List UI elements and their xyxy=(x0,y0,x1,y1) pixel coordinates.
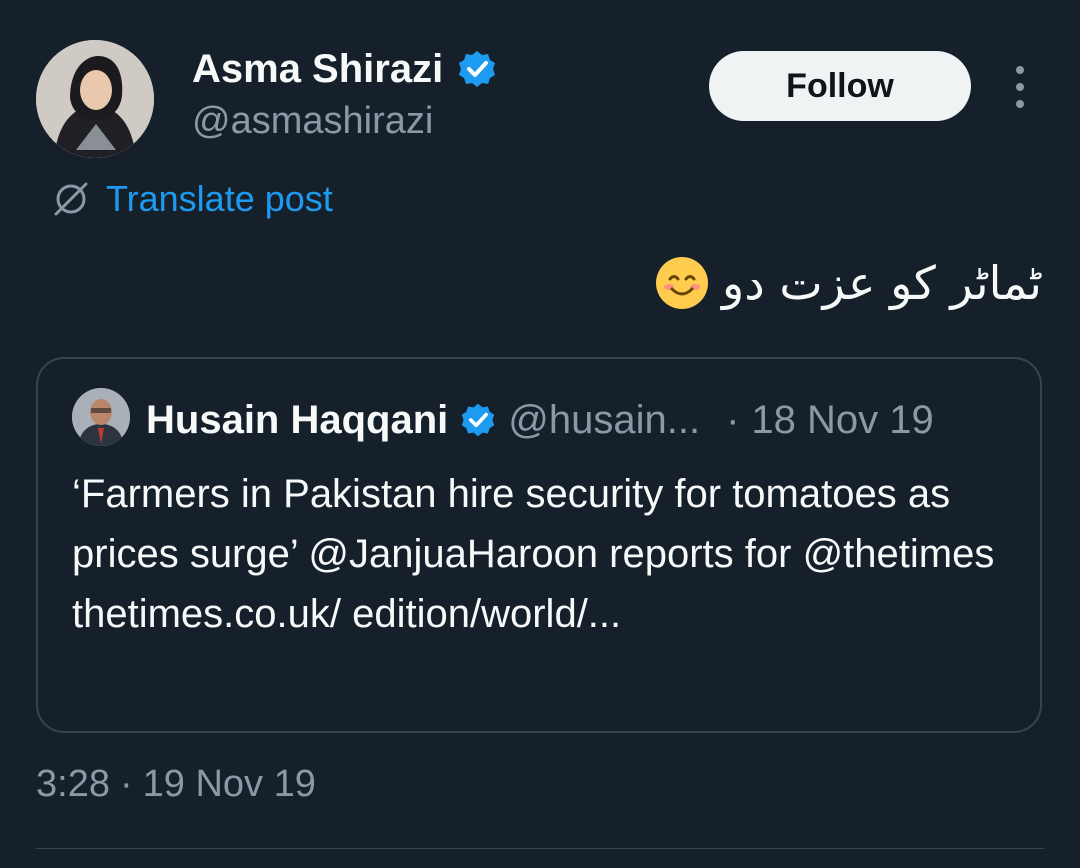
translate-globe-icon xyxy=(54,182,88,216)
post-text: ٹماٹر کو عزت دو xyxy=(722,256,1042,310)
author-handle[interactable]: @asmashirazi xyxy=(192,100,433,143)
author-name-row: Asma Shirazi xyxy=(192,44,497,94)
quoted-post-date[interactable]: 18 Nov 19 xyxy=(751,398,933,443)
avatar-photo xyxy=(36,40,154,158)
more-dot xyxy=(1016,66,1024,74)
follow-button[interactable]: Follow xyxy=(709,51,971,121)
quoted-post-text: ‘Farmers in Pakistan hire security for t… xyxy=(72,472,995,636)
translate-post-label[interactable]: Translate post xyxy=(106,178,333,220)
more-dot xyxy=(1016,100,1024,108)
verified-badge-icon xyxy=(462,403,495,437)
quoted-author-avatar[interactable] xyxy=(72,388,130,446)
quoted-post-header: Husain Haqqani @husain... · 18 Nov 19 xyxy=(146,392,934,448)
post-timestamp[interactable]: 3:28 · 19 Nov 19 xyxy=(36,763,316,806)
smiling-face-emoji xyxy=(656,257,709,309)
post-time: 3:28 xyxy=(36,763,110,805)
author-name[interactable]: Asma Shirazi xyxy=(192,47,443,92)
divider xyxy=(36,848,1044,849)
verified-badge-icon xyxy=(459,51,496,87)
quoted-author-handle[interactable]: @husain... xyxy=(508,398,700,443)
avatar-photo xyxy=(72,388,130,446)
more-dot xyxy=(1016,83,1024,91)
author-avatar[interactable] xyxy=(36,40,154,158)
timestamp-separator: · xyxy=(119,763,133,805)
more-vertical-icon[interactable] xyxy=(1005,66,1035,108)
quoted-separator: · xyxy=(726,397,740,442)
post-date: 19 Nov 19 xyxy=(142,763,316,805)
post-text-row: ٹماٹر کو عزت دو xyxy=(656,256,1042,310)
translate-post-link[interactable]: Translate post xyxy=(50,176,333,222)
quoted-author-name[interactable]: Husain Haqqani xyxy=(146,398,448,443)
